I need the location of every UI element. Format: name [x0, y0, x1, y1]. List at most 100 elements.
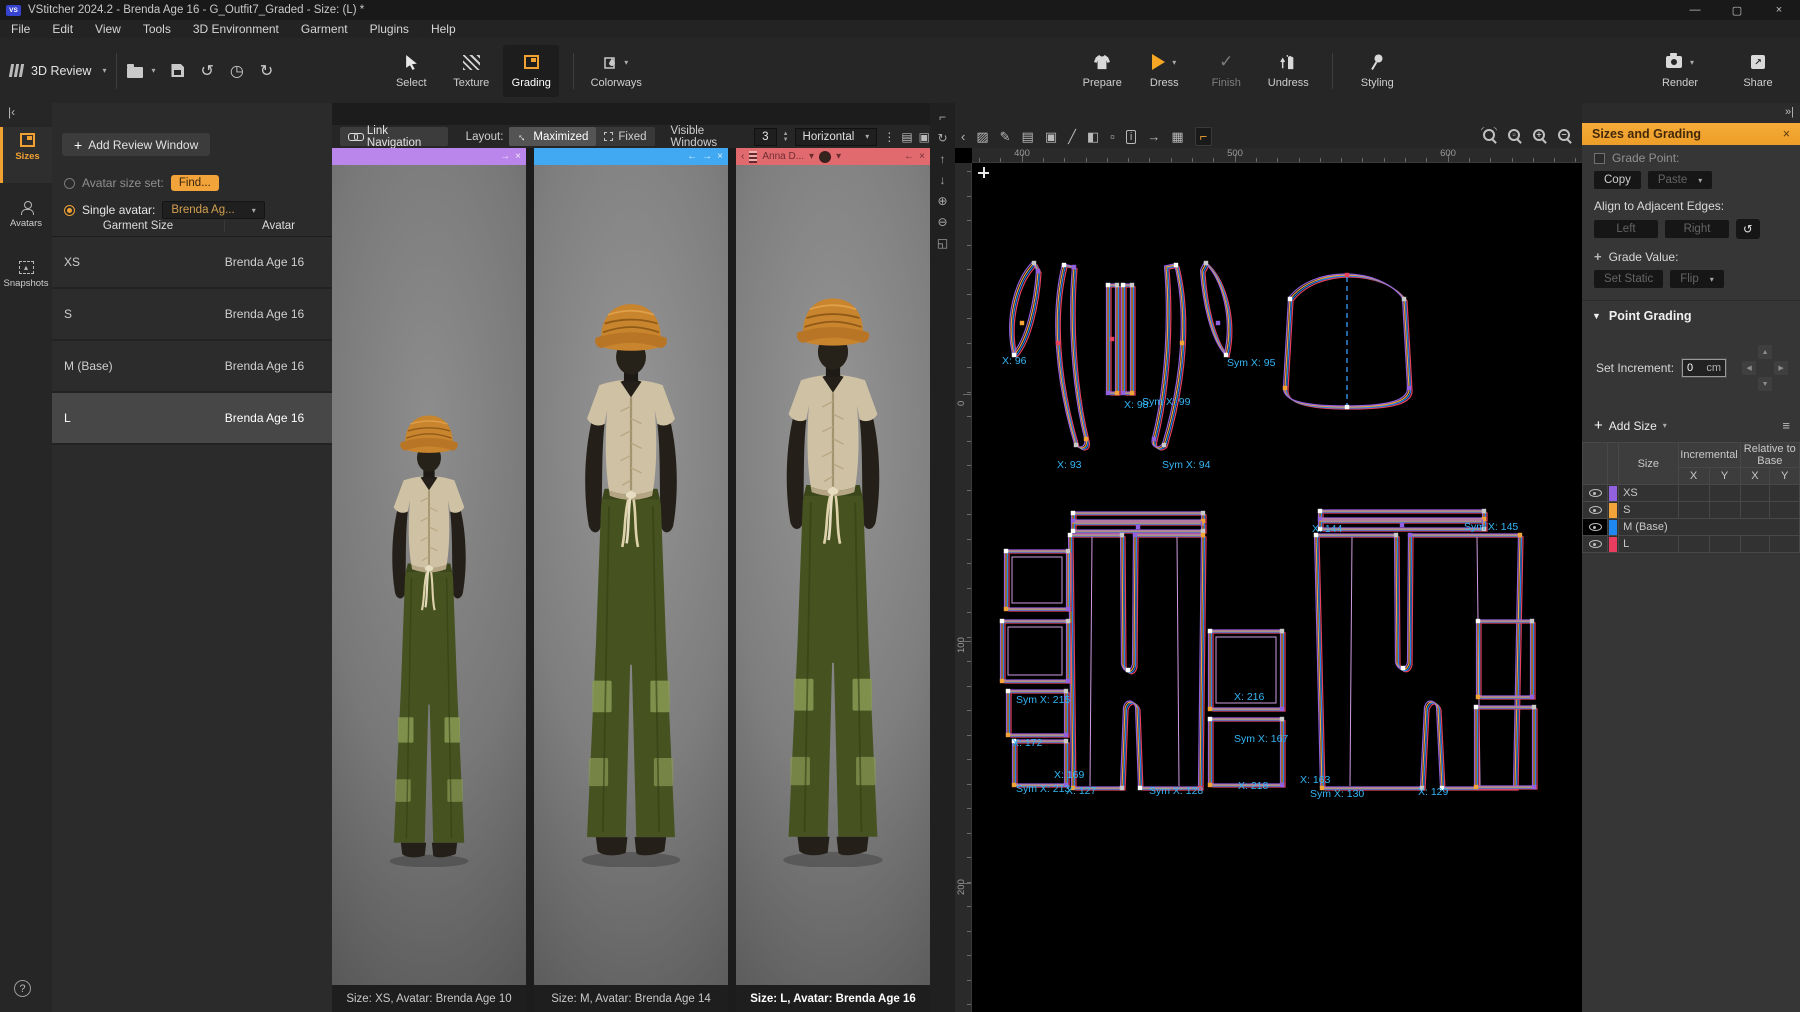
pattern-piece[interactable]: [1152, 263, 1186, 450]
grade-point[interactable]: [1280, 707, 1284, 711]
grade-point[interactable]: [1115, 283, 1119, 287]
visibility-eye-icon[interactable]: [1589, 489, 1602, 497]
stack-icon[interactable]: ▤: [1022, 129, 1034, 145]
grade-point[interactable]: [1126, 668, 1130, 672]
menu-3d-environment[interactable]: 3D Environment: [182, 22, 290, 36]
ruler-tool-icon-active[interactable]: ⌐: [1195, 127, 1213, 146]
grade-point[interactable]: [1012, 739, 1016, 743]
link-navigation-button[interactable]: Link Navigation: [340, 127, 448, 146]
minimize-button[interactable]: —: [1674, 0, 1716, 20]
pattern-piece[interactable]: [1474, 705, 1537, 789]
size-row-xs[interactable]: XS: [1583, 485, 1800, 502]
visibility-eye-icon[interactable]: [1589, 506, 1602, 514]
pattern-pieces[interactable]: [972, 163, 1582, 1012]
close-window-icon[interactable]: ×: [717, 151, 723, 162]
avatar-thumbnail[interactable]: [819, 151, 831, 163]
grade-point[interactable]: [1120, 533, 1124, 537]
grade-point[interactable]: [1036, 269, 1040, 273]
grade-point[interactable]: [1032, 261, 1036, 265]
history-button[interactable]: ◷: [230, 61, 244, 81]
avatar-3d-m[interactable]: [543, 269, 719, 867]
add-review-window-button[interactable]: +Add Review Window: [62, 133, 210, 156]
grade-point-checkbox[interactable]: [1594, 153, 1605, 164]
chevron-down-icon[interactable]: ▾: [1663, 421, 1667, 430]
zoom-out-icon[interactable]: −: [1558, 129, 1570, 141]
pattern-piece[interactable]: [1476, 619, 1535, 699]
grade-point[interactable]: [1084, 437, 1088, 441]
avatar-viewport[interactable]: [736, 165, 930, 985]
visibility-eye-icon[interactable]: [1589, 523, 1602, 531]
pattern-piece[interactable]: [1350, 537, 1352, 786]
grade-point[interactable]: [1106, 391, 1110, 395]
grade-point[interactable]: [1530, 619, 1534, 623]
reset-align-button[interactable]: ↺: [1736, 219, 1760, 239]
increment-input[interactable]: 0 cm: [1682, 359, 1726, 377]
paste-button[interactable]: Paste▾: [1648, 171, 1712, 189]
grade-point[interactable]: [1120, 786, 1124, 790]
undress-button[interactable]: Undress: [1260, 45, 1316, 97]
grade-point[interactable]: [1482, 527, 1486, 531]
pattern-piece[interactable]: [1090, 537, 1092, 786]
grade-point[interactable]: [1420, 786, 1424, 790]
grade-point[interactable]: [1066, 607, 1070, 611]
grade-point[interactable]: [1394, 533, 1398, 537]
grade-point[interactable]: [1012, 783, 1016, 787]
arrow-down-icon[interactable]: ↓: [940, 174, 946, 186]
grade-point[interactable]: [1216, 321, 1220, 325]
grade-point[interactable]: [1174, 263, 1178, 267]
grade-point[interactable]: [1345, 405, 1349, 409]
grade-point[interactable]: [1121, 391, 1125, 395]
grade-point[interactable]: [1110, 337, 1114, 341]
grade-point[interactable]: [1208, 629, 1212, 633]
grade-point[interactable]: [1068, 533, 1072, 537]
visible-windows-stepper[interactable]: ▲▼: [783, 131, 789, 143]
pattern-piece[interactable]: [1008, 627, 1062, 675]
review-window-header[interactable]: ‹ Anna D... ▾ ▾ ← ×: [736, 148, 930, 165]
chevron-down-icon[interactable]: ▾: [836, 151, 841, 162]
grade-point[interactable]: [1071, 786, 1075, 790]
arrow-right-icon[interactable]: →: [1147, 129, 1160, 144]
grade-point[interactable]: [1066, 679, 1070, 683]
grade-point[interactable]: [1474, 705, 1478, 709]
cascade-windows-icon[interactable]: ▣: [919, 130, 930, 144]
close-window-icon[interactable]: ×: [515, 151, 521, 162]
pattern-piece[interactable]: [1071, 522, 1206, 533]
grade-point[interactable]: [1476, 619, 1480, 623]
size-row-s[interactable]: S: [1583, 502, 1800, 519]
grade-point[interactable]: [1133, 533, 1137, 537]
avatar-viewport[interactable]: [534, 165, 728, 985]
grade-point[interactable]: [1064, 783, 1068, 787]
close-window-icon[interactable]: ×: [919, 151, 925, 162]
zoom-in-icon[interactable]: ⊕: [937, 195, 947, 207]
grade-point[interactable]: [1064, 733, 1068, 737]
avatar-3d-xs[interactable]: [359, 387, 500, 867]
nav-next-icon[interactable]: →: [500, 151, 510, 162]
grade-point[interactable]: [1136, 525, 1140, 529]
align-right-button[interactable]: Right: [1665, 220, 1729, 238]
measure-icon[interactable]: ╱: [1068, 129, 1076, 145]
zoom-selection-icon[interactable]: ▫: [1508, 129, 1520, 141]
grade-point[interactable]: [1062, 263, 1066, 267]
grade-point[interactable]: [1000, 619, 1004, 623]
info-icon[interactable]: i: [1126, 130, 1136, 144]
collapse-toolbar-icon[interactable]: ‹: [961, 129, 965, 144]
pattern-piece[interactable]: [1000, 619, 1071, 683]
pattern-piece[interactable]: [1318, 509, 1487, 521]
sidebar-item-sizes[interactable]: Sizes: [0, 127, 52, 183]
visible-windows-input[interactable]: 3: [754, 128, 776, 146]
table-row[interactable]: SBrenda Age 16: [52, 289, 332, 341]
orientation-dropdown[interactable]: Horizontal ▾: [795, 128, 878, 146]
arrow-up-button[interactable]: ▲: [1758, 345, 1772, 359]
pattern-piece[interactable]: [1071, 511, 1206, 523]
pattern-piece[interactable]: [1201, 261, 1232, 357]
pattern-piece[interactable]: [1318, 520, 1487, 531]
grade-point[interactable]: [1198, 786, 1202, 790]
grade-point[interactable]: [1518, 533, 1522, 537]
avatar-viewport[interactable]: [332, 165, 526, 985]
sidebar-item-avatars[interactable]: Avatars: [0, 195, 52, 247]
arrow-left-button[interactable]: ◀: [1742, 361, 1756, 375]
pattern-piece[interactable]: [1121, 283, 1135, 395]
size-row-l[interactable]: L: [1583, 536, 1800, 553]
pattern-piece[interactable]: [1314, 533, 1523, 790]
radio-on-icon[interactable]: [64, 205, 75, 216]
